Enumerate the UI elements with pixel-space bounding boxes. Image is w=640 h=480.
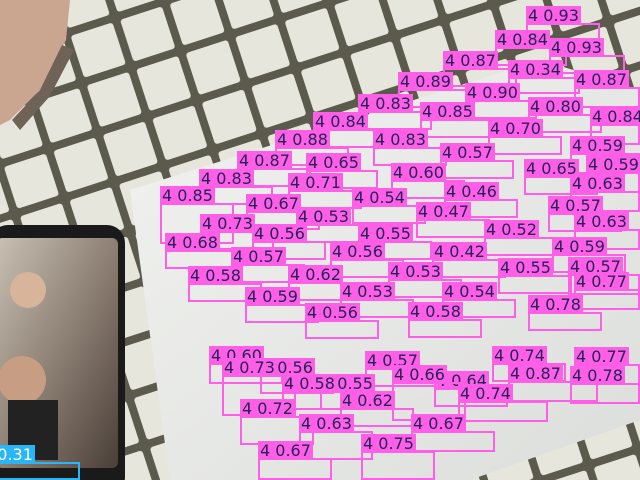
detection-label: 4 0.71 bbox=[288, 173, 343, 192]
detection-box: 4 0.58 bbox=[408, 302, 482, 338]
detection-label: 4 0.88 bbox=[275, 130, 330, 149]
detection-label: 4 0.34 bbox=[508, 60, 563, 79]
detection-label: 4 0.58 bbox=[282, 374, 337, 393]
detection-label: 4 0.57 bbox=[440, 143, 495, 162]
detection-box: 4 0.55 bbox=[498, 258, 572, 294]
detection-box: 4 0.78 bbox=[528, 295, 602, 331]
detection-label: 4 0.80 bbox=[528, 97, 583, 116]
detection-box: 4 0.56 bbox=[305, 303, 379, 339]
detection-label: 4 0.67 bbox=[258, 441, 313, 460]
detection-label: 4 0.83 bbox=[373, 130, 428, 149]
detection-label: 4 0.83 bbox=[358, 94, 413, 113]
detection-label: 4 0.63 bbox=[574, 212, 629, 231]
detection-label: 4 0.85 bbox=[160, 186, 215, 205]
detection-label: 4 0.42 bbox=[432, 242, 487, 261]
detection-label: 4 0.58 bbox=[408, 302, 463, 321]
phone-detection-box: 9 0.31 bbox=[0, 445, 80, 480]
detection-label: 4 0.57 bbox=[231, 247, 286, 266]
detection-label: 4 0.63 bbox=[299, 414, 354, 433]
detection-label: 4 0.77 bbox=[574, 347, 629, 366]
detection-label: 4 0.59 bbox=[586, 155, 640, 174]
detection-box: 4 0.52 bbox=[484, 220, 558, 256]
detection-label: 4 0.87 bbox=[574, 70, 629, 89]
detection-box: 4 0.74 bbox=[458, 384, 548, 422]
detection-box: 4 0.75 bbox=[361, 434, 435, 480]
detection-label: 4 0.66 bbox=[392, 365, 447, 384]
detection-box: 4 0.67 bbox=[258, 441, 332, 480]
detection-label: 4 0.59 bbox=[552, 237, 607, 256]
detection-label: 4 0.73 bbox=[222, 358, 277, 377]
detection-label: 4 0.56 bbox=[252, 224, 307, 243]
detection-label: 4 0.55 bbox=[498, 258, 553, 277]
detection-label: 4 0.73 bbox=[200, 214, 255, 233]
detection-label: 4 0.53 bbox=[388, 262, 443, 281]
detection-label: 4 0.84 bbox=[495, 30, 550, 49]
detection-label: 4 0.93 bbox=[526, 6, 581, 25]
detection-box: 4 0.67 bbox=[411, 414, 495, 452]
detection-box: 4 0.42 bbox=[432, 242, 506, 278]
detection-label: 4 0.54 bbox=[442, 282, 497, 301]
detection-label: 4 0.58 bbox=[188, 266, 243, 285]
detection-label: 4 0.59 bbox=[570, 136, 625, 155]
detection-label: 4 0.74 bbox=[458, 384, 513, 403]
detection-label: 4 0.87 bbox=[237, 151, 292, 170]
detection-label: 4 0.84 bbox=[590, 107, 640, 126]
detection-label: 9 0.31 bbox=[0, 445, 35, 464]
detection-label: 4 0.68 bbox=[165, 233, 220, 252]
detection-label: 4 0.62 bbox=[340, 391, 395, 410]
detection-label: 4 0.78 bbox=[528, 295, 583, 314]
detection-label: 4 0.84 bbox=[313, 112, 368, 131]
detection-label: 4 0.67 bbox=[246, 194, 301, 213]
detection-label: 4 0.63 bbox=[570, 174, 625, 193]
detection-overlay: 4 0.93 4 0.84 4 0.93 4 0.87 4 0.34 4 0.87 4 0.… bbox=[0, 0, 640, 480]
detection-label: 4 0.60 bbox=[391, 163, 446, 182]
detection-label: 4 0.56 bbox=[330, 242, 385, 261]
detection-label: 4 0.93 bbox=[549, 38, 604, 57]
detection-label: 4 0.72 bbox=[240, 399, 295, 418]
detection-box: 4 0.90 bbox=[465, 83, 537, 119]
detection-box: 4 0.70 bbox=[488, 119, 562, 155]
detection-box: 4 0.54 bbox=[352, 188, 426, 224]
detection-label: 4 0.89 bbox=[398, 72, 453, 91]
detection-label: 4 0.87 bbox=[443, 51, 498, 70]
detection-label: 4 0.53 bbox=[340, 282, 395, 301]
detection-box: 4 0.77 bbox=[574, 272, 640, 310]
detection-label: 4 0.59 bbox=[245, 287, 300, 306]
detection-label: 4 0.54 bbox=[352, 188, 407, 207]
detection-label: 4 0.85 bbox=[420, 102, 475, 121]
detection-label: 4 0.67 bbox=[411, 414, 466, 433]
detection-label: 4 0.55 bbox=[358, 224, 413, 243]
detection-label: 4 0.74 bbox=[492, 346, 547, 365]
detection-label: 4 0.62 bbox=[288, 265, 343, 284]
detection-label: 4 0.46 bbox=[444, 182, 499, 201]
detection-label: 4 0.70 bbox=[488, 119, 543, 138]
detection-box: 4 0.87 bbox=[574, 70, 640, 108]
detection-label: 4 0.77 bbox=[574, 272, 629, 291]
detection-box: 4 0.47 bbox=[416, 202, 490, 238]
detection-box: 4 0.85 bbox=[420, 102, 494, 138]
detection-label: 4 0.56 bbox=[305, 303, 360, 322]
detection-label: 4 0.65 bbox=[306, 153, 361, 172]
detection-label: 4 0.87 bbox=[508, 364, 563, 383]
detection-label: 4 0.75 bbox=[361, 434, 416, 453]
detection-box: 4 0.87 bbox=[508, 364, 598, 402]
detection-label: 4 0.52 bbox=[484, 220, 539, 239]
detection-label: 4 0.90 bbox=[465, 83, 520, 102]
detection-box: 4 0.57 bbox=[440, 143, 514, 179]
detection-label: 4 0.47 bbox=[416, 202, 471, 221]
